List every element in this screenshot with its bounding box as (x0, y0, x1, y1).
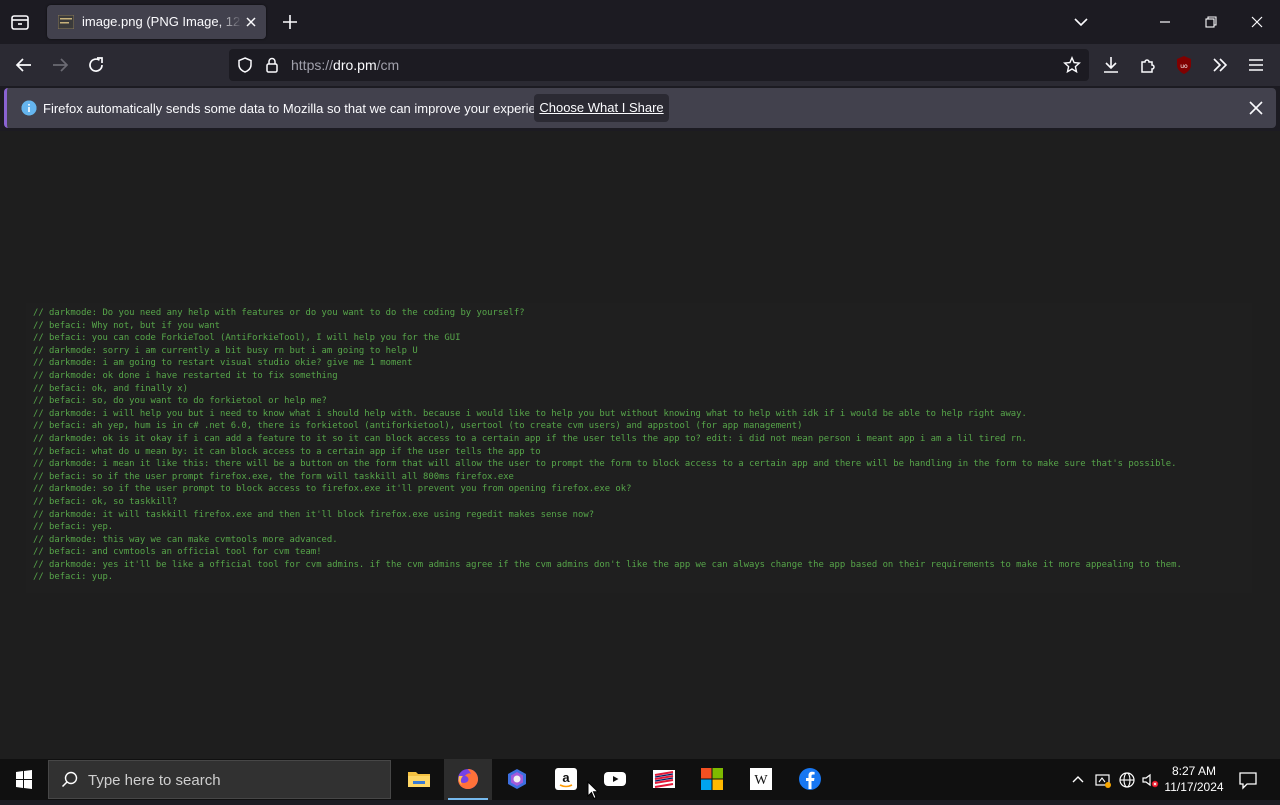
lock-icon[interactable] (263, 56, 281, 74)
code-line: // befaci: yup. (33, 572, 114, 583)
tab-strip: image.png (PNG Image, 1222 × 366 pixels) (0, 0, 1280, 44)
list-all-tabs-button[interactable] (8, 10, 32, 34)
search-placeholder: Type here to search (88, 772, 221, 789)
url-path: /cm (376, 57, 400, 73)
youtube-icon (604, 772, 626, 786)
notification-message: Firefox automatically sends some data to… (43, 101, 561, 116)
code-line: // befaci: ah yep, hum is in c# .net 6.0… (33, 421, 803, 432)
bookmark-star-icon[interactable] (1063, 56, 1081, 74)
action-center-icon[interactable] (1238, 770, 1258, 790)
windows-logo-icon (16, 770, 32, 789)
code-line: // befaci: ok, and finally x) (33, 383, 188, 394)
taskbar-file-explorer[interactable] (395, 759, 443, 800)
taskbar-microsoft-store[interactable] (688, 759, 736, 800)
start-button[interactable] (0, 759, 48, 800)
downloads-icon[interactable] (1100, 54, 1122, 76)
folder-icon (408, 772, 430, 787)
taskbar-copilot[interactable] (493, 759, 541, 800)
svg-text:W: W (754, 773, 768, 788)
taskbar-amazon[interactable]: a (542, 759, 590, 800)
mouse-cursor-icon (587, 781, 599, 800)
code-line: // darkmode: this way we can make cvmtoo… (33, 534, 338, 545)
volume-muted-icon[interactable] (1141, 771, 1159, 789)
image-favicon-icon (58, 15, 74, 29)
system-clock[interactable]: 8:27 AM 11/17/2024 (1160, 763, 1228, 795)
search-icon (61, 771, 78, 788)
taskbar-search-box[interactable]: Type here to search (48, 760, 391, 799)
new-tab-icon[interactable] (280, 12, 300, 32)
chevron-up-icon[interactable] (1069, 771, 1087, 789)
clock-date: 11/17/2024 (1164, 780, 1224, 794)
navigation-toolbar: https://dro.pm/cm uo (0, 44, 1280, 86)
wikipedia-icon: W (750, 768, 772, 790)
back-icon[interactable] (13, 54, 35, 76)
clock-time: 8:27 AM (1171, 764, 1217, 778)
data-collection-notification: Firefox automatically sends some data to… (4, 88, 1276, 128)
reload-icon[interactable] (85, 54, 107, 76)
close-tab-icon[interactable] (243, 14, 259, 30)
taskbar-facebook[interactable] (786, 759, 834, 800)
code-line: // darkmode: i will help you but i need … (33, 408, 1027, 419)
choose-what-i-share-button[interactable]: Choose What I Share (534, 94, 669, 122)
overflow-chevrons-icon[interactable] (1209, 54, 1231, 76)
chevron-down-icon[interactable] (1071, 12, 1091, 32)
code-line: // befaci: ok, so taskkill? (33, 496, 178, 507)
code-line: // befaci: what do u mean by: it can blo… (33, 446, 541, 457)
windows-taskbar: Type here to search a W 8:27 AM 11/17/20… (0, 759, 1280, 800)
minimize-icon[interactable] (1155, 12, 1175, 32)
svg-text:uo: uo (1180, 63, 1188, 70)
copilot-icon (508, 769, 526, 789)
code-line: // befaci: so if the user prompt firefox… (33, 471, 514, 482)
code-line: // darkmode: sorry i am currently a bit … (33, 345, 418, 356)
extensions-puzzle-icon[interactable] (1137, 54, 1159, 76)
url-text: https://dro.pm/cm (291, 57, 399, 73)
network-globe-icon[interactable] (1118, 771, 1136, 789)
address-bar[interactable]: https://dro.pm/cm (229, 49, 1089, 81)
ublock-origin-icon[interactable]: uo (1173, 54, 1195, 76)
tab-title: image.png (PNG Image, 1222 × 366 pixels) (82, 14, 242, 29)
code-line: // befaci: you can code ForkieTool (Anti… (33, 333, 461, 344)
displayed-image: // darkmode: Do you need any help with f… (26, 303, 1252, 593)
svg-text:a: a (562, 770, 570, 785)
code-line: // befaci: yep. (33, 522, 114, 533)
taskbar-firefox[interactable] (444, 759, 492, 800)
restore-icon[interactable] (1201, 12, 1221, 32)
close-window-icon[interactable] (1247, 12, 1267, 32)
microsoft-store-icon (701, 768, 723, 790)
code-comment-lines: // darkmode: Do you need any help with f… (33, 307, 1182, 584)
code-line: // darkmode: yes it'll be like a officia… (33, 559, 1182, 570)
bank-of-america-icon (653, 770, 675, 788)
close-notification-icon[interactable] (1248, 100, 1264, 116)
tracking-protection-shield-icon[interactable] (236, 56, 254, 74)
info-icon (21, 100, 37, 116)
choose-button-label: Choose What I Share (539, 100, 664, 115)
code-line: // befaci: so, do you want to do forkiet… (33, 396, 327, 407)
forward-icon[interactable] (49, 54, 71, 76)
code-line: // befaci: Why not, but if you want (33, 320, 221, 331)
code-line: // befaci: and cvmtools an official tool… (33, 547, 322, 558)
firefox-icon (458, 769, 478, 789)
code-line: // darkmode: i mean it like this: there … (33, 459, 1177, 470)
amazon-icon: a (555, 768, 577, 790)
url-host: dro.pm (333, 57, 377, 73)
url-protocol: https:// (291, 57, 334, 73)
taskbar-wikipedia[interactable]: W (737, 759, 785, 800)
meet-now-icon[interactable] (1094, 771, 1112, 789)
code-line: // darkmode: ok done i have restarted it… (33, 370, 338, 381)
tab-image-png[interactable]: image.png (PNG Image, 1222 × 366 pixels) (47, 5, 266, 39)
taskbar-bank-of-america[interactable] (640, 759, 688, 800)
code-line: // darkmode: i am going to restart visua… (33, 358, 413, 369)
code-line: // darkmode: so if the user prompt to bl… (33, 484, 632, 495)
page-content: // darkmode: Do you need any help with f… (0, 131, 1280, 759)
tab-list-icon (11, 15, 29, 30)
code-line: // darkmode: it will taskkill firefox.ex… (33, 509, 595, 520)
facebook-icon (799, 768, 821, 790)
hamburger-menu-icon[interactable] (1245, 54, 1267, 76)
code-line: // darkmode: Do you need any help with f… (33, 308, 525, 318)
code-line: // darkmode: ok is it okay if i can add … (33, 433, 1027, 444)
